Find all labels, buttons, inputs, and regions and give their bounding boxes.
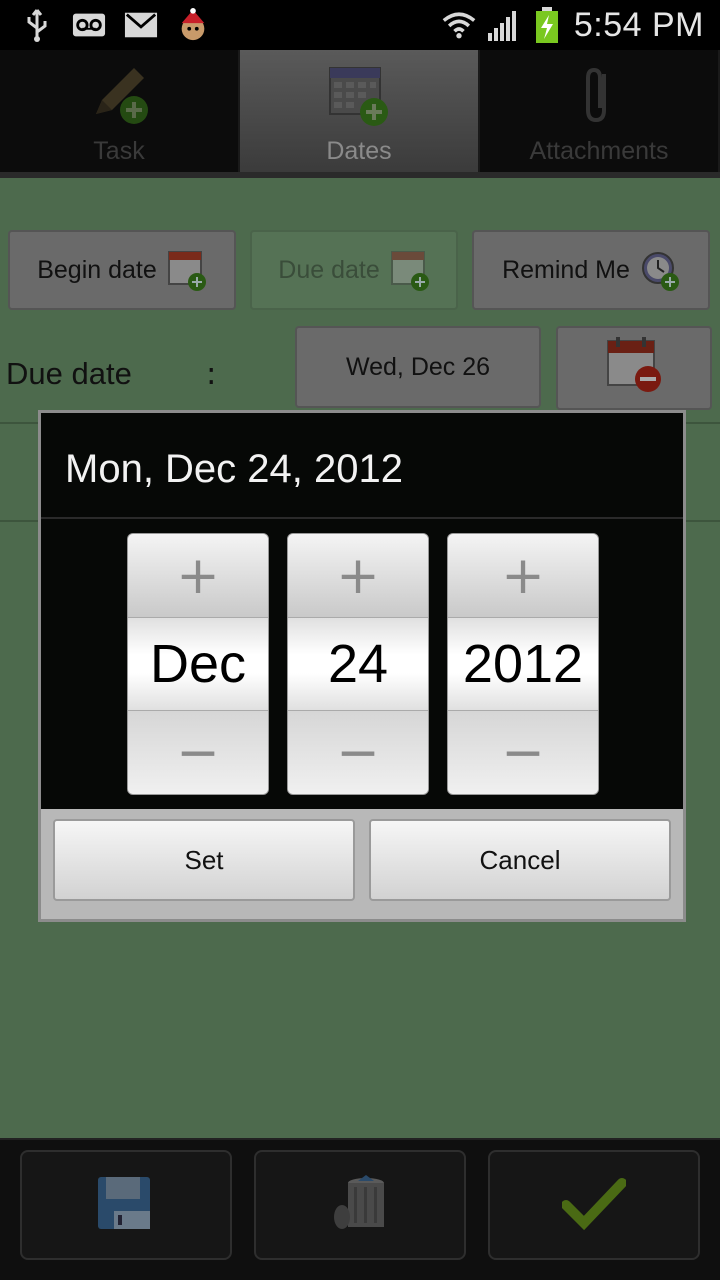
dialog-button-bar: Set Cancel [41, 809, 683, 919]
date-buttons-row: Begin date Due date Remind Me [8, 230, 710, 310]
signal-icon [486, 8, 520, 42]
remind-me-label: Remind Me [502, 255, 630, 284]
tab-label: Attachments [529, 137, 669, 165]
checkmark-icon [561, 1175, 627, 1235]
month-value[interactable]: Dec [128, 618, 268, 710]
day-value[interactable]: 24 [288, 618, 428, 710]
due-date-button[interactable]: Due date [250, 230, 458, 310]
year-value[interactable]: 2012 [448, 618, 598, 710]
year-picker: + 2012 − [447, 533, 599, 795]
elf-app-icon [176, 8, 210, 42]
gmail-icon [124, 8, 158, 42]
begin-date-button[interactable]: Begin date [8, 230, 236, 310]
save-button[interactable] [20, 1150, 232, 1260]
set-button[interactable]: Set [53, 819, 355, 901]
set-button-label: Set [184, 844, 224, 875]
cancel-button-label: Cancel [479, 844, 561, 875]
due-date-field-label: Due date [6, 356, 132, 391]
minus-icon: − [501, 722, 545, 783]
minus-icon: − [336, 722, 380, 783]
due-date-colon: : [206, 356, 217, 392]
plus-icon: + [501, 545, 545, 606]
calendar-remove-icon [602, 333, 666, 404]
wifi-icon [442, 8, 476, 42]
status-time: 5:54 PM [573, 5, 704, 44]
confirm-button[interactable] [488, 1150, 700, 1260]
tab-task[interactable]: Task [0, 50, 240, 176]
plus-icon: + [336, 545, 380, 606]
paperclip-icon [564, 60, 634, 130]
month-decrement-button[interactable]: − [128, 710, 268, 794]
due-date-button-label: Due date [278, 255, 380, 284]
tab-dates[interactable]: Dates [240, 50, 480, 176]
bottom-action-bar [0, 1138, 720, 1280]
remind-me-button[interactable]: Remind Me [472, 230, 710, 310]
tab-bar: Task Dates Attachments [0, 50, 720, 176]
plus-icon: + [176, 545, 220, 606]
usb-icon [20, 8, 54, 42]
calendar-add-icon [390, 248, 430, 292]
dialog-title-divider [41, 517, 683, 519]
calendar-add-icon [324, 60, 394, 130]
delete-button[interactable] [254, 1150, 466, 1260]
day-picker: + 24 − [287, 533, 429, 795]
date-picker-dialog: Mon, Dec 24, 2012 + Dec − + 24 − + 2012 … [38, 410, 686, 922]
day-decrement-button[interactable]: − [288, 710, 428, 794]
dialog-title: Mon, Dec 24, 2012 [65, 447, 403, 491]
tab-attachments[interactable]: Attachments [480, 50, 720, 176]
alarm-clock-add-icon [640, 248, 680, 292]
save-icon [94, 1171, 158, 1239]
clear-due-date-button[interactable] [556, 326, 712, 410]
month-increment-button[interactable]: + [128, 534, 268, 618]
pencil-add-icon [84, 60, 154, 130]
tab-label: Dates [326, 137, 392, 165]
cancel-button[interactable]: Cancel [369, 819, 671, 901]
due-date-value: Wed, Dec 26 [345, 352, 491, 381]
year-increment-button[interactable]: + [448, 534, 598, 618]
trash-icon [328, 1171, 392, 1239]
calendar-add-icon [167, 248, 207, 292]
begin-date-label: Begin date [37, 255, 157, 284]
month-picker: + Dec − [127, 533, 269, 795]
day-increment-button[interactable]: + [288, 534, 428, 618]
voicemail-icon [72, 8, 106, 42]
minus-icon: − [176, 722, 220, 783]
year-decrement-button[interactable]: − [448, 710, 598, 794]
due-date-value-button[interactable]: Wed, Dec 26 [295, 326, 541, 408]
battery-charging-icon [530, 7, 564, 43]
tab-label: Task [93, 137, 145, 165]
status-bar: 5:54 PM [0, 0, 720, 50]
